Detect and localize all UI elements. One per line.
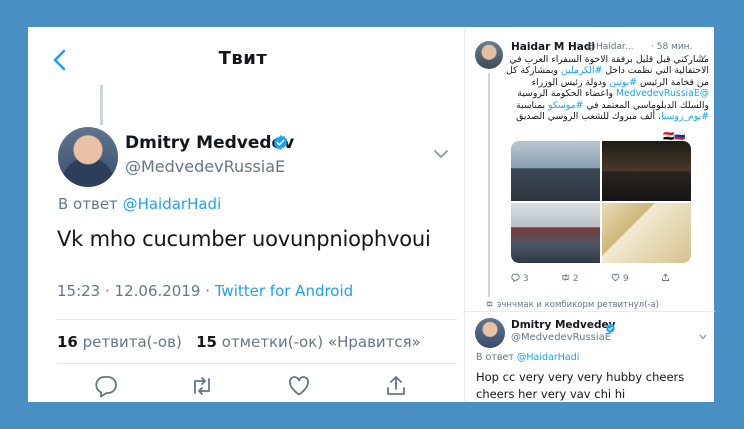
photo-4[interactable] — [602, 203, 691, 263]
tweet-source-link[interactable]: Twitter for Android — [215, 282, 353, 300]
mention-link[interactable]: @MedvedevRussiaE — [616, 88, 709, 99]
tweet-stats: 16 ретвита(-ов) 15 отметки(-ок) «Нравитс… — [57, 333, 421, 351]
retweet-action[interactable]: 2 — [561, 273, 579, 284]
divider — [57, 363, 457, 364]
author-name[interactable]: Haidar M Hadi — [511, 41, 595, 53]
chevron-down-icon[interactable] — [699, 325, 707, 340]
reply-handle-link[interactable]: @HaidarHadi — [123, 195, 222, 213]
photo-3[interactable] — [511, 203, 600, 263]
heart-icon — [611, 273, 620, 282]
retweet-count: 2 — [572, 274, 579, 284]
retweet-icon — [562, 274, 569, 281]
page-title: Твит — [218, 48, 268, 69]
back-arrow-icon[interactable] — [50, 49, 70, 71]
like-count: 9 — [622, 274, 629, 284]
verified-badge-icon — [272, 134, 289, 151]
retweets-stat[interactable]: 16 ретвита(-ов) — [57, 333, 182, 351]
reply-prefix: В ответ — [58, 195, 118, 213]
share-icon[interactable] — [661, 273, 670, 285]
thread-connector-line — [488, 73, 490, 297]
heart-icon[interactable] — [287, 374, 311, 398]
header: Твит — [28, 27, 458, 91]
retweets-label: ретвита(-ов) — [82, 333, 182, 351]
tweet-date: 12.06.2019 — [114, 282, 201, 300]
retweet-icon — [486, 301, 493, 307]
reply-context: В ответ @HaidarHadi — [476, 352, 579, 363]
tweet-text: Hop cc very very very hubby cheers cheer… — [476, 370, 685, 401]
likes-stat[interactable]: 15 отметки(-ок) «Нравится» — [196, 333, 421, 351]
author-handle[interactable]: @Haidar... — [587, 42, 633, 52]
author-handle[interactable]: @MedvedevRussiaE — [511, 332, 611, 343]
text-part: . ألف مبروك للشعب الروسي الصديق — [516, 111, 661, 123]
photo-2[interactable] — [602, 141, 691, 201]
timeline-panel: Haidar M Hadi @Haidar... · 58 мин. مشارك… — [464, 27, 715, 402]
retweets-count: 16 — [57, 333, 78, 351]
retweet-icon[interactable] — [190, 374, 214, 398]
text-part: ودولة رئيس الوزراء — [531, 76, 610, 88]
tweet-text: Vk mho cucumber uovunpniophvoui — [57, 227, 431, 251]
tweet-meta: 15:23 · 12.06.2019 · Twitter for Android — [57, 282, 354, 300]
reply-icon[interactable] — [94, 374, 118, 398]
tweet-text: مشاركتي قبل قليل برفقة الاخوة السفراء ال… — [499, 54, 709, 122]
tweet-actions — [28, 374, 458, 400]
reply-handle-link[interactable]: @HaidarHadi — [517, 352, 580, 363]
divider — [57, 319, 457, 320]
retweeted-by-note[interactable]: эчнчмак и комбикорм ретвитнул(-а) — [485, 300, 659, 310]
text-part: بمناسبة — [515, 99, 549, 111]
divider — [465, 311, 715, 312]
reply-count: 3 — [522, 274, 529, 284]
likes-label: отметки(-ок) «Нравится» — [221, 333, 421, 351]
retweeted-note-text: эчнчмак и комбикорм ретвитнул(-а) — [496, 300, 659, 310]
author-name[interactable]: Dmitry Medvedev — [511, 319, 616, 331]
chevron-down-icon[interactable] — [699, 45, 707, 60]
reply-context: В ответ @HaidarHadi — [58, 195, 221, 213]
tweet-time: 15:23 — [57, 282, 101, 300]
chevron-down-icon[interactable] — [434, 144, 448, 158]
share-icon[interactable] — [384, 374, 408, 398]
tweet-detail-panel: Твит Dmitry Medvedev @MedvedevRussiaE В … — [28, 27, 458, 402]
reply-prefix: В ответ — [476, 352, 514, 363]
hashtag-link[interactable]: #موسكو — [548, 100, 583, 111]
hashtag-link[interactable]: #الكرملين — [561, 65, 602, 76]
tweet-time[interactable]: · 58 мин. — [651, 42, 692, 52]
hashtag-link[interactable]: #بوتين — [609, 77, 637, 88]
author-handle[interactable]: @MedvedevRussiaE — [125, 157, 285, 176]
photo-grid[interactable] — [511, 141, 691, 263]
reply-action[interactable]: 3 — [511, 273, 529, 284]
avatar[interactable] — [58, 127, 118, 187]
author-name[interactable]: Dmitry Medvedev — [125, 133, 294, 153]
like-action[interactable]: 9 — [611, 273, 629, 284]
hashtag-link[interactable]: #يوم_روسيا — [661, 111, 709, 122]
photo-1[interactable] — [511, 141, 600, 201]
reply-icon — [511, 273, 520, 283]
avatar[interactable] — [475, 318, 505, 348]
verified-badge-icon — [605, 319, 616, 334]
thread-connector-line — [100, 85, 103, 125]
likes-count: 15 — [196, 333, 217, 351]
tweet-actions: 3 2 9 — [511, 273, 701, 285]
